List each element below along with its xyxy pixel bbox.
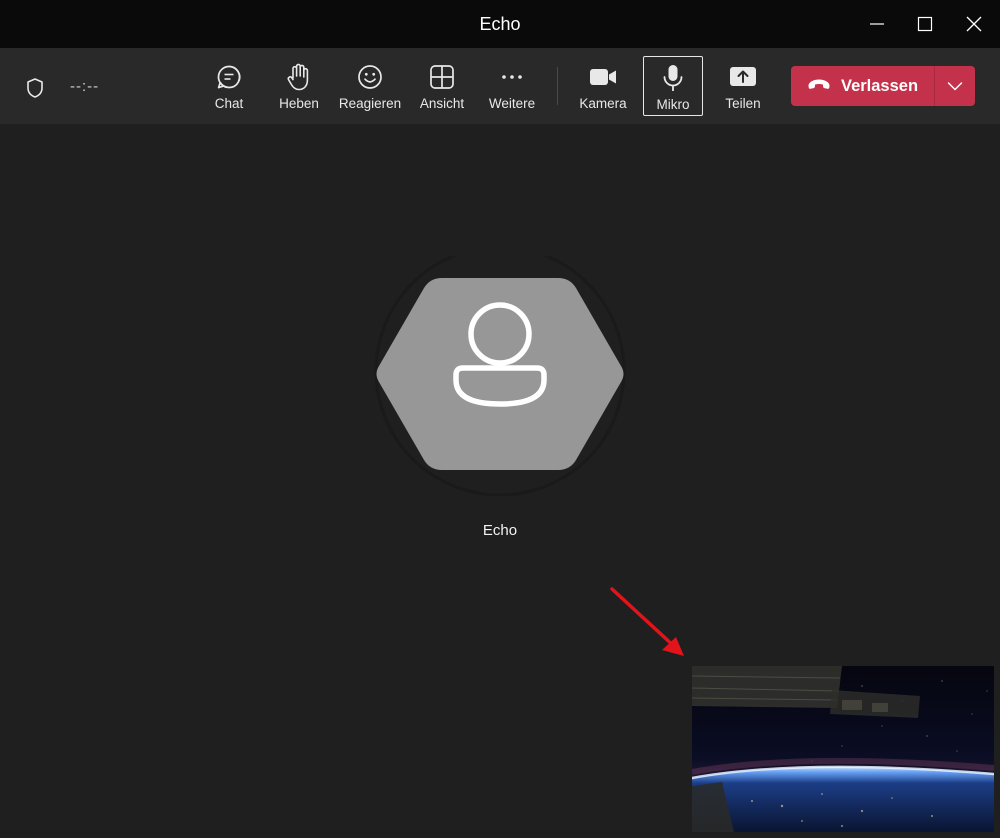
self-view-video[interactable] [692, 666, 994, 832]
more-button[interactable]: Weitere [482, 56, 542, 116]
call-timer: --:-- [70, 78, 100, 95]
share-label: Teilen [725, 96, 761, 111]
maximize-button[interactable] [902, 0, 948, 48]
raise-hand-label: Heben [279, 96, 319, 111]
meeting-toolbar: --:-- Chat Heben Reagieren Ansicht Weite… [0, 48, 1000, 124]
chat-button[interactable]: Chat [199, 56, 259, 116]
leave-button[interactable]: Verlassen [791, 66, 934, 106]
chevron-down-icon [947, 82, 963, 91]
raise-hand-button[interactable]: Heben [269, 56, 329, 116]
camera-icon [589, 62, 617, 92]
leave-label: Verlassen [840, 76, 919, 95]
react-button[interactable]: Reagieren [338, 56, 402, 116]
chat-label: Chat [214, 96, 244, 111]
share-button[interactable]: Teilen [713, 56, 773, 116]
react-label: Reagieren [338, 96, 402, 111]
minimize-icon [870, 23, 884, 25]
earth-from-space-image [692, 666, 994, 832]
toolbar-divider [557, 67, 558, 105]
raise-hand-icon [286, 62, 312, 92]
minimize-button[interactable] [854, 0, 900, 48]
view-button[interactable]: Ansicht [412, 56, 472, 116]
meeting-stage: Echo [0, 124, 1000, 838]
annotation-arrow [606, 586, 692, 669]
participant-name: Echo [482, 522, 518, 539]
camera-label: Kamera [579, 96, 627, 111]
view-label: Ansicht [419, 96, 465, 111]
leave-button-group: Verlassen [791, 66, 975, 106]
hang-up-icon [807, 77, 831, 96]
view-grid-icon [429, 62, 455, 92]
participant-avatar [374, 245, 626, 497]
react-emoji-icon [356, 62, 384, 92]
chat-icon [215, 62, 243, 92]
leave-options-dropdown[interactable] [935, 66, 975, 106]
camera-button[interactable]: Kamera [573, 56, 633, 116]
maximize-icon [917, 16, 933, 32]
share-screen-icon [729, 62, 757, 92]
close-button[interactable] [951, 0, 997, 48]
microphone-button[interactable]: Mikro [643, 56, 703, 116]
window-title: Echo [479, 14, 521, 34]
more-icon [499, 62, 525, 92]
more-label: Weitere [488, 96, 536, 111]
close-icon [966, 16, 982, 32]
shield-icon[interactable] [25, 77, 45, 104]
microphone-icon [662, 63, 684, 93]
title-bar: Echo [0, 0, 1000, 48]
microphone-label: Mikro [656, 97, 690, 112]
